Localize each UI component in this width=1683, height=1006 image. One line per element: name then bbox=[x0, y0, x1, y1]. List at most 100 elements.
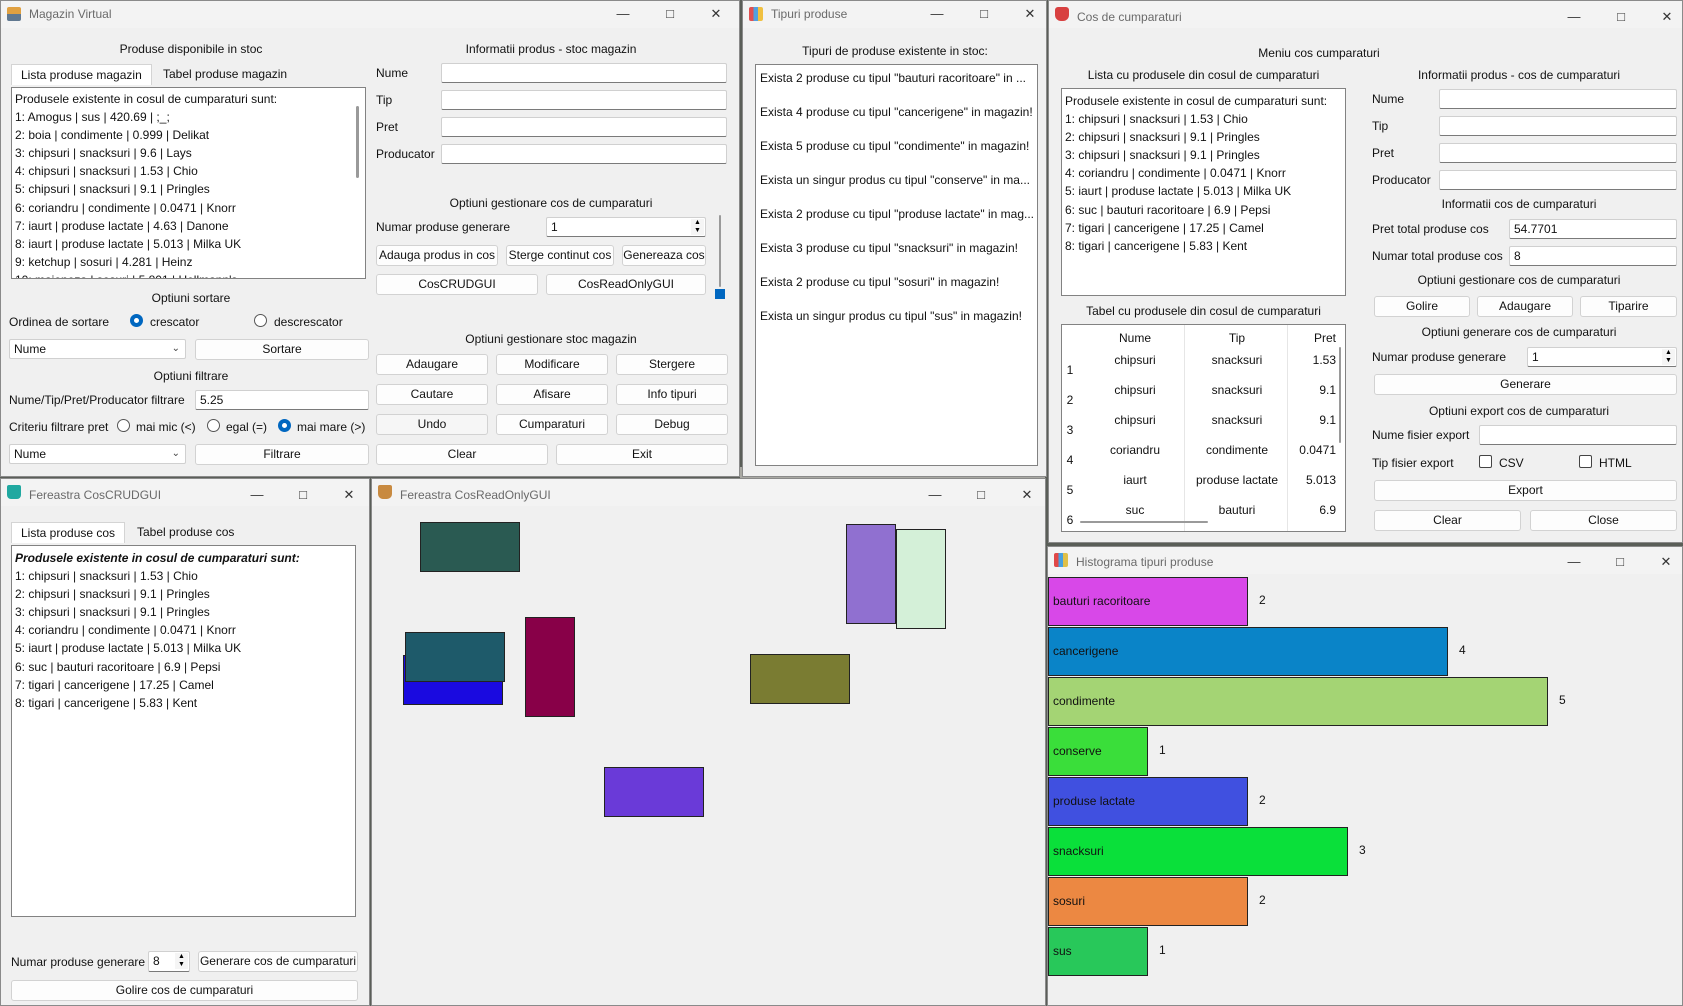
list-item[interactable]: 10: maioneza | sosuri | 5.801 | Hellmann… bbox=[12, 271, 365, 278]
table-row[interactable]: 2 chipsuri snacksuri 9.1 bbox=[1062, 379, 1345, 409]
list-item[interactable]: 5: iaurt | produse lactate | 5.013 | Mil… bbox=[12, 639, 355, 657]
list-item[interactable]: 8: tigari | cancerigene | 5.83 | Kent bbox=[1062, 237, 1345, 255]
list-item[interactable]: 5: iaurt | produse lactate | 5.013 | Mil… bbox=[1062, 182, 1345, 200]
list-item[interactable]: 7: iaurt | produse lactate | 4.63 | Dano… bbox=[12, 217, 365, 235]
sort-button[interactable]: Sortare bbox=[195, 339, 369, 360]
column-header-tip[interactable]: Tip bbox=[1188, 325, 1286, 351]
list-item[interactable]: Produsele existente in cosul de cumparat… bbox=[1062, 92, 1345, 110]
minimize-icon[interactable]: — bbox=[614, 5, 632, 23]
modificare-button[interactable]: Modificare bbox=[496, 354, 608, 375]
filter-field-select[interactable]: Nume ⌄ bbox=[9, 444, 186, 464]
minimize-icon[interactable]: — bbox=[1565, 553, 1583, 571]
table-row[interactable]: 4 coriandru condimente 0.0471 bbox=[1062, 439, 1345, 469]
cumparaturi-button[interactable]: Cumparaturi bbox=[496, 414, 608, 435]
golire-button[interactable]: Golire bbox=[1374, 296, 1470, 317]
list-item[interactable]: 8: iaurt | produse lactate | 5.013 | Mil… bbox=[12, 235, 365, 253]
tip-input[interactable] bbox=[1439, 116, 1677, 136]
maximize-icon[interactable]: □ bbox=[661, 5, 679, 23]
minimize-icon[interactable]: — bbox=[1565, 8, 1583, 26]
html-checkbox[interactable] bbox=[1579, 455, 1592, 468]
adaugare-button[interactable]: Adaugare bbox=[1477, 296, 1573, 317]
vertical-slider[interactable] bbox=[715, 215, 725, 299]
list-item[interactable]: 2: chipsuri | snacksuri | 9.1 | Pringles bbox=[1062, 128, 1345, 146]
pret-input[interactable] bbox=[1439, 143, 1677, 163]
table-row[interactable]: 6 suc bauturi 6.9 bbox=[1062, 499, 1345, 529]
tipuri-list[interactable]: Exista 2 produse cu tipul "bauturi racor… bbox=[755, 64, 1038, 466]
clear-button[interactable]: Clear bbox=[376, 444, 548, 465]
info-tipuri-button[interactable]: Info tipuri bbox=[616, 384, 728, 405]
spin-arrows-icon[interactable]: ▲ ▼ bbox=[691, 219, 704, 235]
list-item[interactable]: Exista 3 produse cu tipul "snacksuri" in… bbox=[760, 239, 1018, 257]
tip-input[interactable] bbox=[441, 90, 727, 110]
table-row[interactable]: 3 chipsuri snacksuri 9.1 bbox=[1062, 409, 1345, 439]
gen-count-stepper[interactable]: 8 ▲ ▼ bbox=[148, 951, 190, 972]
table-row[interactable]: 5 iaurt produse lactate 5.013 bbox=[1062, 469, 1345, 499]
tiparire-button[interactable]: Tiparire bbox=[1580, 296, 1677, 317]
afisare-button[interactable]: Afisare bbox=[496, 384, 608, 405]
sort-field-select[interactable]: Nume ⌄ bbox=[9, 339, 186, 359]
maximize-icon[interactable]: □ bbox=[1612, 8, 1630, 26]
nume-input[interactable] bbox=[1439, 89, 1677, 109]
producator-input[interactable] bbox=[1439, 170, 1677, 190]
producator-input[interactable] bbox=[441, 144, 727, 164]
maximize-icon[interactable]: □ bbox=[1611, 553, 1629, 571]
tab-lista-produse-cos[interactable]: Lista produse cos bbox=[11, 522, 126, 543]
title-bar[interactable]: Tipuri produse — □ ✕ bbox=[743, 1, 1046, 28]
cos-readonly-button[interactable]: CosReadOnlyGUI bbox=[546, 274, 706, 295]
generate-cart-button[interactable]: Genereaza cos bbox=[622, 245, 706, 266]
list-item[interactable]: Exista un singur produs cu tipul "sus" i… bbox=[760, 307, 1022, 325]
price-lt-radio[interactable] bbox=[117, 419, 130, 432]
list-item[interactable]: 1: Amogus | sus | 420.69 | ;_; bbox=[12, 108, 365, 126]
export-button[interactable]: Export bbox=[1374, 480, 1677, 501]
list-item[interactable]: Exista 4 produse cu tipul "cancerigene" … bbox=[760, 103, 1033, 121]
list-item[interactable]: Produsele existente in cosul de cumparat… bbox=[12, 549, 355, 567]
filter-button[interactable]: Filtrare bbox=[195, 444, 369, 465]
gen-count-stepper[interactable]: 1 ▲ ▼ bbox=[1527, 347, 1677, 367]
list-item[interactable]: 7: tigari | cancerigene | 17.25 | Camel bbox=[1062, 219, 1345, 237]
list-item[interactable]: 9: ketchup | sosuri | 4.281 | Heinz bbox=[12, 253, 365, 271]
table-row[interactable]: 1 chipsuri snacksuri 1.53 bbox=[1062, 349, 1345, 379]
list-item[interactable]: 3: chipsuri | snacksuri | 9.1 | Pringles bbox=[1062, 146, 1345, 164]
list-item[interactable]: 8: tigari | cancerigene | 5.83 | Kent bbox=[12, 694, 355, 712]
list-item[interactable]: 6: coriandru | condimente | 0.0471 | Kno… bbox=[12, 199, 365, 217]
list-item[interactable]: 3: chipsuri | snacksuri | 9.1 | Pringles bbox=[12, 603, 355, 621]
adaugare-button[interactable]: Adaugare bbox=[376, 354, 488, 375]
add-to-cart-button[interactable]: Adauga produs in cos bbox=[376, 245, 498, 266]
horizontal-scrollbar-thumb[interactable] bbox=[1080, 521, 1208, 523]
spin-arrows-icon[interactable]: ▲ ▼ bbox=[1662, 349, 1675, 365]
nume-input[interactable] bbox=[441, 63, 727, 83]
list-item[interactable]: Exista 2 produse cu tipul "sosuri" in ma… bbox=[760, 273, 999, 291]
cos-crud-button[interactable]: CosCRUDGUI bbox=[376, 274, 538, 295]
tab-tabel-produse-magazin[interactable]: Tabel produse magazin bbox=[154, 64, 296, 85]
maximize-icon[interactable]: □ bbox=[975, 5, 993, 23]
minimize-icon[interactable]: — bbox=[926, 486, 944, 504]
list-item[interactable]: Exista 2 produse cu tipul "bauturi racor… bbox=[760, 69, 1026, 87]
spin-arrows-icon[interactable]: ▲ ▼ bbox=[175, 953, 188, 969]
list-item[interactable]: 5: chipsuri | snacksuri | 9.1 | Pringles bbox=[12, 180, 365, 198]
list-item[interactable]: Exista un singur produs cu tipul "conser… bbox=[760, 171, 1030, 189]
generate-cart-button[interactable]: Generare cos de cumparaturi bbox=[198, 951, 358, 972]
cautare-button[interactable]: Cautare bbox=[376, 384, 488, 405]
list-item[interactable]: 3: chipsuri | snacksuri | 9.6 | Lays bbox=[12, 144, 365, 162]
clear-cart-button[interactable]: Sterge continut cos bbox=[506, 245, 614, 266]
list-item[interactable]: 6: suc | bauturi racoritoare | 6.9 | Pep… bbox=[12, 658, 355, 676]
vertical-scrollbar-thumb[interactable] bbox=[1339, 347, 1341, 443]
close-icon[interactable]: ✕ bbox=[340, 486, 358, 504]
title-bar[interactable]: Magazin Virtual — □ ✕ bbox=[1, 1, 739, 28]
close-icon[interactable]: ✕ bbox=[1018, 486, 1036, 504]
minimize-icon[interactable]: — bbox=[248, 486, 266, 504]
scrollbar-thumb[interactable] bbox=[356, 106, 359, 178]
list-item[interactable]: 1: chipsuri | snacksuri | 1.53 | Chio bbox=[12, 567, 355, 585]
title-bar[interactable]: Histograma tipuri produse — □ ✕ bbox=[1048, 547, 1682, 574]
close-button[interactable]: Close bbox=[1530, 510, 1677, 531]
title-bar[interactable]: Cos de cumparaturi — □ ✕ bbox=[1049, 1, 1682, 28]
cart-list[interactable]: Produsele existente in cosul de cumparat… bbox=[1061, 88, 1346, 296]
title-bar[interactable]: Fereastra CosCRUDGUI — □ ✕ bbox=[1, 479, 369, 506]
list-item[interactable]: 7: tigari | cancerigene | 17.25 | Camel bbox=[12, 676, 355, 694]
sort-asc-radio[interactable] bbox=[130, 314, 143, 327]
list-item[interactable]: Exista 5 produse cu tipul "condimente" i… bbox=[760, 137, 1029, 155]
maximize-icon[interactable]: □ bbox=[972, 486, 990, 504]
empty-cart-button[interactable]: Golire cos de cumparaturi bbox=[11, 980, 358, 1001]
list-item[interactable]: 4: coriandru | condimente | 0.0471 | Kno… bbox=[12, 621, 355, 639]
clear-button[interactable]: Clear bbox=[1374, 510, 1521, 531]
